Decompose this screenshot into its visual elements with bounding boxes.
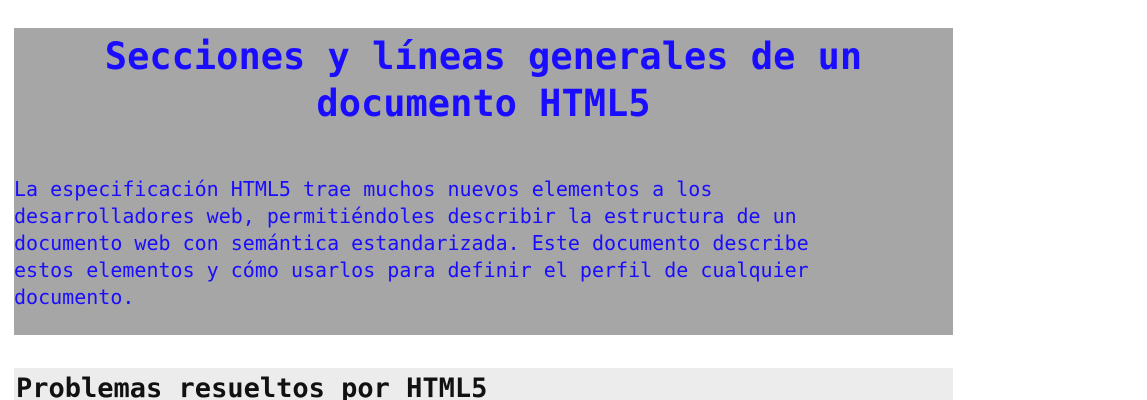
section-heading: Problemas resueltos por HTML5 xyxy=(16,373,488,400)
section-heading-bar: Problemas resueltos por HTML5 xyxy=(14,368,953,400)
intro-paragraph: La especificación HTML5 trae muchos nuev… xyxy=(14,177,809,309)
header-block: Secciones y líneas generales de un docum… xyxy=(14,28,953,335)
page-title: Secciones y líneas generales de un docum… xyxy=(104,35,863,125)
